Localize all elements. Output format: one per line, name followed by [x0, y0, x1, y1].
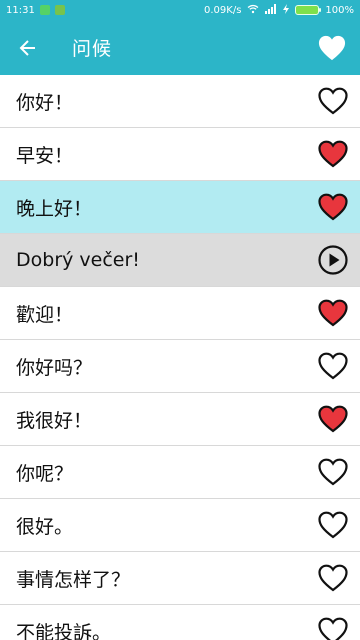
phrase-list: 你好！ 早安！ 晚上好！ Dobrý večer! 歡迎！ 你好吗？ 我很好！ …	[0, 75, 360, 640]
phrase-text: 晚上好！	[16, 197, 93, 220]
favorite-toggle[interactable]	[316, 561, 350, 595]
phrase-row[interactable]: 我很好！	[0, 393, 360, 446]
favorite-toggle[interactable]	[316, 190, 350, 224]
phrase-row[interactable]: 你好！	[0, 75, 360, 128]
phrase-row[interactable]: 不能投訴。	[0, 605, 360, 640]
phrase-text: 你好！	[16, 91, 74, 114]
notification-icon-2	[54, 5, 65, 15]
heart-outline-icon	[318, 352, 348, 380]
heart-outline-icon	[318, 564, 348, 592]
favorite-toggle[interactable]	[316, 84, 350, 118]
favorite-toggle[interactable]	[316, 349, 350, 383]
page-title: 问候	[72, 38, 113, 60]
heart-filled-icon	[318, 140, 348, 168]
phrase-text: 我很好！	[16, 409, 93, 432]
signal-icon	[265, 3, 277, 17]
phrase-row[interactable]: 你好吗？	[0, 340, 360, 393]
phrase-row[interactable]: 早安！	[0, 128, 360, 181]
phrase-row[interactable]: 事情怎样了？	[0, 552, 360, 605]
translation-row[interactable]: Dobrý večer!	[0, 234, 360, 287]
battery-icon	[295, 5, 322, 15]
heart-outline-icon	[318, 511, 348, 539]
wifi-icon	[247, 4, 259, 17]
heart-filled-icon	[318, 35, 346, 60]
favorite-toggle[interactable]	[316, 614, 350, 640]
phrase-text: 很好。	[16, 515, 74, 538]
heart-filled-icon	[318, 299, 348, 327]
heart-outline-icon	[318, 87, 348, 115]
phrase-row[interactable]: 很好。	[0, 499, 360, 552]
play-button[interactable]	[316, 243, 350, 277]
phrase-row[interactable]: 歡迎！	[0, 287, 360, 340]
favorite-toggle[interactable]	[316, 402, 350, 436]
notification-icon	[39, 5, 50, 15]
favorite-toggle[interactable]	[316, 455, 350, 489]
status-time: 11:31	[6, 4, 35, 16]
phrase-text: 你呢？	[16, 462, 74, 485]
phrase-text: 不能投訴。	[16, 621, 112, 640]
favorites-button[interactable]	[304, 20, 360, 75]
translation-text: Dobrý večer!	[16, 249, 140, 271]
arrow-left-icon	[19, 39, 35, 56]
phrase-text: 早安！	[16, 144, 74, 167]
network-speed: 0.09K/s	[204, 4, 242, 16]
heart-filled-icon	[318, 193, 348, 221]
favorite-toggle[interactable]	[316, 296, 350, 330]
favorite-toggle[interactable]	[316, 508, 350, 542]
battery-percent: 100%	[325, 4, 354, 16]
phrase-row[interactable]: 你呢？	[0, 446, 360, 499]
phrase-text: 你好吗？	[16, 356, 93, 379]
favorite-toggle[interactable]	[316, 137, 350, 171]
phrase-row[interactable]: 晚上好！	[0, 181, 360, 234]
phrase-text: 事情怎样了？	[16, 568, 131, 591]
phrase-text: 歡迎！	[16, 303, 74, 326]
app-bar: 问候	[0, 20, 360, 75]
heart-outline-icon	[318, 617, 348, 640]
heart-outline-icon	[318, 458, 348, 486]
play-icon	[318, 245, 348, 275]
back-button[interactable]	[0, 20, 56, 75]
heart-filled-icon	[318, 405, 348, 433]
charging-icon	[283, 3, 290, 17]
status-bar: 11:31 0.09K/s 100%	[0, 0, 360, 20]
